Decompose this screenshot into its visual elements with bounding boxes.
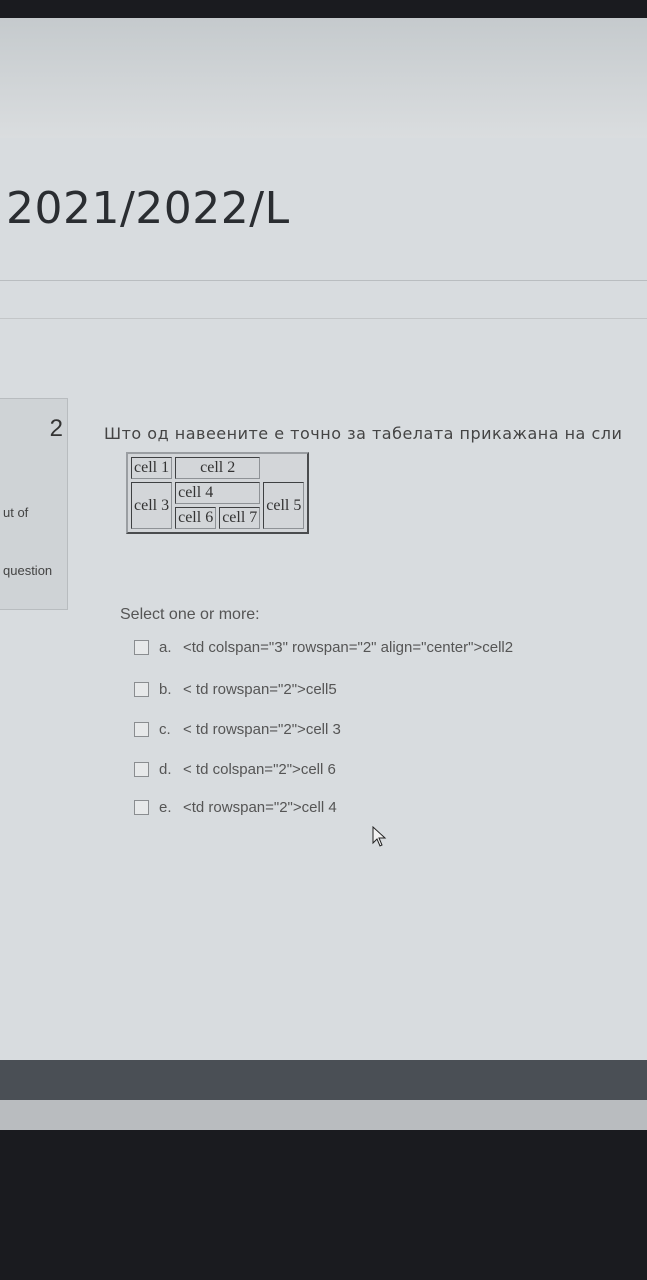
option-d[interactable]: d. < td colspan="2">cell 6 <box>134 758 336 780</box>
table-cell: cell 7 <box>219 507 261 529</box>
flag-question-link[interactable]: question <box>3 563 52 578</box>
option-c[interactable]: c. < td rowspan="2">cell 3 <box>134 718 341 740</box>
table-cell: cell 1 <box>131 457 173 479</box>
option-text: < td colspan="2">cell 6 <box>183 760 336 778</box>
question-number: 2 <box>49 415 63 442</box>
taskbar <box>0 1060 647 1100</box>
option-text: <td colspan="3" rowspan="2" align="cente… <box>183 638 514 656</box>
checkbox[interactable] <box>134 799 149 815</box>
option-a[interactable]: a. <td colspan="3" rowspan="2" align="ce… <box>134 636 513 658</box>
option-letter: c. <box>159 720 171 738</box>
option-text: <td rowspan="2">cell 4 <box>183 798 337 816</box>
example-table-image: cell 1 cell 2 cell 3 cell 4 cell 5 cell … <box>126 452 310 534</box>
table-cell: cell 3 <box>131 482 173 529</box>
question-info-panel: 2 ut of question <box>0 398 68 610</box>
question-text: Што од навеените е точно за табелата при… <box>104 424 623 443</box>
screen-bottom-edge <box>0 1100 647 1130</box>
table-cell: cell 6 <box>175 507 217 529</box>
select-prompt: Select one or more: <box>120 606 260 623</box>
checkbox[interactable] <box>134 761 149 777</box>
course-title: 2021/2022/L <box>6 183 290 234</box>
checkbox[interactable] <box>134 721 149 737</box>
option-letter: b. <box>159 680 172 698</box>
option-letter: d. <box>159 760 172 778</box>
option-b[interactable]: b. < td rowspan="2">cell5 <box>134 678 337 700</box>
table-cell: cell 4 <box>175 482 261 504</box>
header-band <box>0 18 647 138</box>
checkbox[interactable] <box>134 681 149 697</box>
table-cell: cell 2 <box>175 457 261 479</box>
checkbox[interactable] <box>134 639 149 655</box>
screen: 2021/2022/L 2 ut of question Што од наве… <box>0 18 647 1130</box>
marks-text: ut of <box>3 505 29 520</box>
option-e[interactable]: e. <td rowspan="2">cell 4 <box>134 796 337 818</box>
divider <box>0 318 647 319</box>
option-text: < td rowspan="2">cell 3 <box>183 720 341 738</box>
mouse-cursor-icon <box>372 826 387 847</box>
option-text: < td rowspan="2">cell5 <box>183 680 337 698</box>
option-letter: e. <box>159 798 172 816</box>
option-letter: a. <box>159 638 172 656</box>
table-cell: cell 5 <box>263 482 305 529</box>
divider <box>0 280 647 281</box>
